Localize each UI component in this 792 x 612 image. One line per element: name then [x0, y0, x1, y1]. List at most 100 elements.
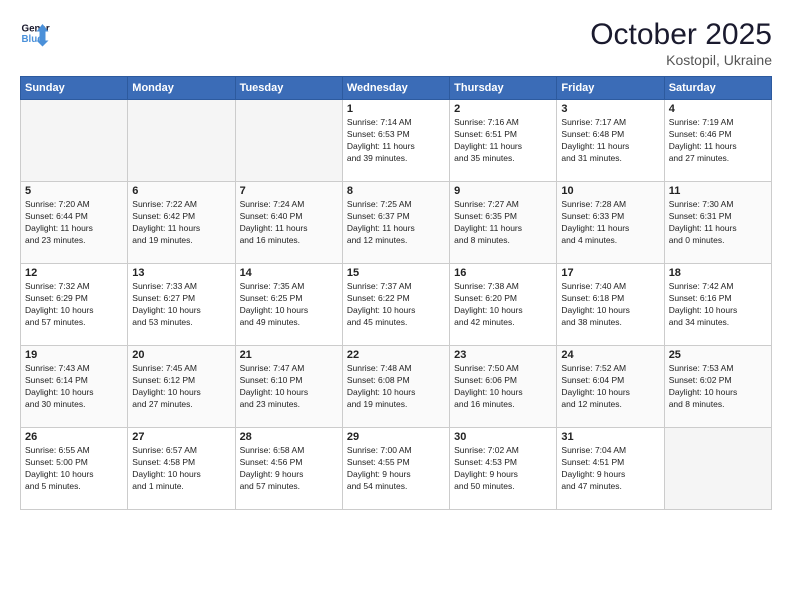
day-info: Sunrise: 6:57 AM Sunset: 4:58 PM Dayligh…: [132, 445, 230, 493]
location: Kostopil, Ukraine: [590, 52, 772, 68]
day-info: Sunrise: 7:14 AM Sunset: 6:53 PM Dayligh…: [347, 117, 445, 165]
col-friday: Friday: [557, 77, 664, 100]
day-info: Sunrise: 7:04 AM Sunset: 4:51 PM Dayligh…: [561, 445, 659, 493]
day-info: Sunrise: 7:48 AM Sunset: 6:08 PM Dayligh…: [347, 363, 445, 411]
day-number: 31: [561, 431, 659, 443]
col-tuesday: Tuesday: [235, 77, 342, 100]
day-number: 11: [669, 185, 767, 197]
day-number: 24: [561, 349, 659, 361]
day-number: 19: [25, 349, 123, 361]
day-info: Sunrise: 6:58 AM Sunset: 4:56 PM Dayligh…: [240, 445, 338, 493]
col-saturday: Saturday: [664, 77, 771, 100]
table-row: 23Sunrise: 7:50 AM Sunset: 6:06 PM Dayli…: [450, 346, 557, 428]
table-row: 11 Sunrise: 7:30 AM Sunset: 6:31 PM Dayli…: [664, 182, 771, 264]
calendar-week-row: 1 Sunrise: 7:14 AM Sunset: 6:53 PM Daylig…: [21, 100, 772, 182]
day-info: Sunrise: 7:43 AM Sunset: 6:14 PM Dayligh…: [25, 363, 123, 411]
logo: General Blue: [20, 18, 52, 48]
table-row: 4 Sunrise: 7:19 AM Sunset: 6:46 PM Daylig…: [664, 100, 771, 182]
day-number: 3: [561, 103, 659, 115]
calendar-week-row: 5 Sunrise: 7:20 AM Sunset: 6:44 PM Daylig…: [21, 182, 772, 264]
day-number: 8: [347, 185, 445, 197]
table-row: 29 Sunrise: 7:00 AM Sunset: 4:55 PM Dayli…: [342, 428, 449, 510]
day-info: Sunrise: 7:38 AM Sunset: 6:20 PM Dayligh…: [454, 281, 552, 329]
table-row: 5 Sunrise: 7:20 AM Sunset: 6:44 PM Daylig…: [21, 182, 128, 264]
day-number: 28: [240, 431, 338, 443]
day-info: Sunrise: 7:50 AM Sunset: 6:06 PM Dayligh…: [454, 363, 552, 411]
table-row: 10Sunrise: 7:28 AM Sunset: 6:33 PM Dayli…: [557, 182, 664, 264]
table-row: [664, 428, 771, 510]
day-number: 29: [347, 431, 445, 443]
day-number: 18: [669, 267, 767, 279]
col-sunday: Sunday: [21, 77, 128, 100]
table-row: 28 Sunrise: 6:58 AM Sunset: 4:56 PM Dayli…: [235, 428, 342, 510]
day-number: 2: [454, 103, 552, 115]
day-number: 14: [240, 267, 338, 279]
table-row: 8 Sunrise: 7:25 AM Sunset: 6:37 PM Daylig…: [342, 182, 449, 264]
day-number: 25: [669, 349, 767, 361]
table-row: 25Sunrise: 7:53 AM Sunset: 6:02 PM Dayli…: [664, 346, 771, 428]
table-row: 12Sunrise: 7:32 AM Sunset: 6:29 PM Dayli…: [21, 264, 128, 346]
day-number: 1: [347, 103, 445, 115]
table-row: 13 Sunrise: 7:33 AM Sunset: 6:27 PM Dayli…: [128, 264, 235, 346]
table-row: 7 Sunrise: 7:24 AM Sunset: 6:40 PM Daylig…: [235, 182, 342, 264]
table-row: 17 Sunrise: 7:40 AM Sunset: 6:18 PM Dayli…: [557, 264, 664, 346]
day-info: Sunrise: 7:42 AM Sunset: 6:16 PM Dayligh…: [669, 281, 767, 329]
day-info: Sunrise: 7:19 AM Sunset: 6:46 PM Dayligh…: [669, 117, 767, 165]
table-row: [235, 100, 342, 182]
day-number: 12: [25, 267, 123, 279]
page: General Blue October 2025 Kostopil, Ukra…: [0, 0, 792, 612]
day-number: 6: [132, 185, 230, 197]
col-thursday: Thursday: [450, 77, 557, 100]
day-number: 26: [25, 431, 123, 443]
table-row: 3Sunrise: 7:17 AM Sunset: 6:48 PM Daylig…: [557, 100, 664, 182]
title-block: October 2025 Kostopil, Ukraine: [590, 18, 772, 68]
day-info: Sunrise: 7:40 AM Sunset: 6:18 PM Dayligh…: [561, 281, 659, 329]
table-row: 6 Sunrise: 7:22 AM Sunset: 6:42 PM Daylig…: [128, 182, 235, 264]
calendar: Sunday Monday Tuesday Wednesday Thursday…: [20, 76, 772, 510]
day-number: 21: [240, 349, 338, 361]
day-info: Sunrise: 7:00 AM Sunset: 4:55 PM Dayligh…: [347, 445, 445, 493]
day-info: Sunrise: 7:02 AM Sunset: 4:53 PM Dayligh…: [454, 445, 552, 493]
table-row: 16Sunrise: 7:38 AM Sunset: 6:20 PM Dayli…: [450, 264, 557, 346]
day-info: Sunrise: 7:24 AM Sunset: 6:40 PM Dayligh…: [240, 199, 338, 247]
day-number: 17: [561, 267, 659, 279]
day-info: Sunrise: 7:22 AM Sunset: 6:42 PM Dayligh…: [132, 199, 230, 247]
day-number: 27: [132, 431, 230, 443]
col-monday: Monday: [128, 77, 235, 100]
table-row: 1 Sunrise: 7:14 AM Sunset: 6:53 PM Daylig…: [342, 100, 449, 182]
day-info: Sunrise: 7:45 AM Sunset: 6:12 PM Dayligh…: [132, 363, 230, 411]
day-number: 20: [132, 349, 230, 361]
table-row: 19 Sunrise: 7:43 AM Sunset: 6:14 PM Dayli…: [21, 346, 128, 428]
day-info: Sunrise: 7:47 AM Sunset: 6:10 PM Dayligh…: [240, 363, 338, 411]
table-row: 22 Sunrise: 7:48 AM Sunset: 6:08 PM Dayli…: [342, 346, 449, 428]
table-row: 18 Sunrise: 7:42 AM Sunset: 6:16 PM Dayli…: [664, 264, 771, 346]
table-row: 31 Sunrise: 7:04 AM Sunset: 4:51 PM Dayli…: [557, 428, 664, 510]
day-number: 13: [132, 267, 230, 279]
table-row: 20 Sunrise: 7:45 AM Sunset: 6:12 PM Dayli…: [128, 346, 235, 428]
table-row: 15Sunrise: 7:37 AM Sunset: 6:22 PM Dayli…: [342, 264, 449, 346]
day-number: 5: [25, 185, 123, 197]
day-info: Sunrise: 7:27 AM Sunset: 6:35 PM Dayligh…: [454, 199, 552, 247]
day-info: Sunrise: 7:20 AM Sunset: 6:44 PM Dayligh…: [25, 199, 123, 247]
logo-icon: General Blue: [20, 18, 50, 48]
day-number: 4: [669, 103, 767, 115]
calendar-header-row: Sunday Monday Tuesday Wednesday Thursday…: [21, 77, 772, 100]
day-info: Sunrise: 7:33 AM Sunset: 6:27 PM Dayligh…: [132, 281, 230, 329]
day-number: 22: [347, 349, 445, 361]
table-row: 24 Sunrise: 7:52 AM Sunset: 6:04 PM Dayli…: [557, 346, 664, 428]
table-row: [21, 100, 128, 182]
day-number: 10: [561, 185, 659, 197]
calendar-week-row: 26Sunrise: 6:55 AM Sunset: 5:00 PM Dayli…: [21, 428, 772, 510]
day-info: Sunrise: 7:30 AM Sunset: 6:31 PM Dayligh…: [669, 199, 767, 247]
calendar-week-row: 12Sunrise: 7:32 AM Sunset: 6:29 PM Dayli…: [21, 264, 772, 346]
day-number: 15: [347, 267, 445, 279]
table-row: [128, 100, 235, 182]
table-row: 26Sunrise: 6:55 AM Sunset: 5:00 PM Dayli…: [21, 428, 128, 510]
day-info: Sunrise: 7:25 AM Sunset: 6:37 PM Dayligh…: [347, 199, 445, 247]
day-info: Sunrise: 7:52 AM Sunset: 6:04 PM Dayligh…: [561, 363, 659, 411]
table-row: 21 Sunrise: 7:47 AM Sunset: 6:10 PM Dayli…: [235, 346, 342, 428]
col-wednesday: Wednesday: [342, 77, 449, 100]
table-row: 9Sunrise: 7:27 AM Sunset: 6:35 PM Daylig…: [450, 182, 557, 264]
header: General Blue October 2025 Kostopil, Ukra…: [20, 18, 772, 68]
day-number: 7: [240, 185, 338, 197]
